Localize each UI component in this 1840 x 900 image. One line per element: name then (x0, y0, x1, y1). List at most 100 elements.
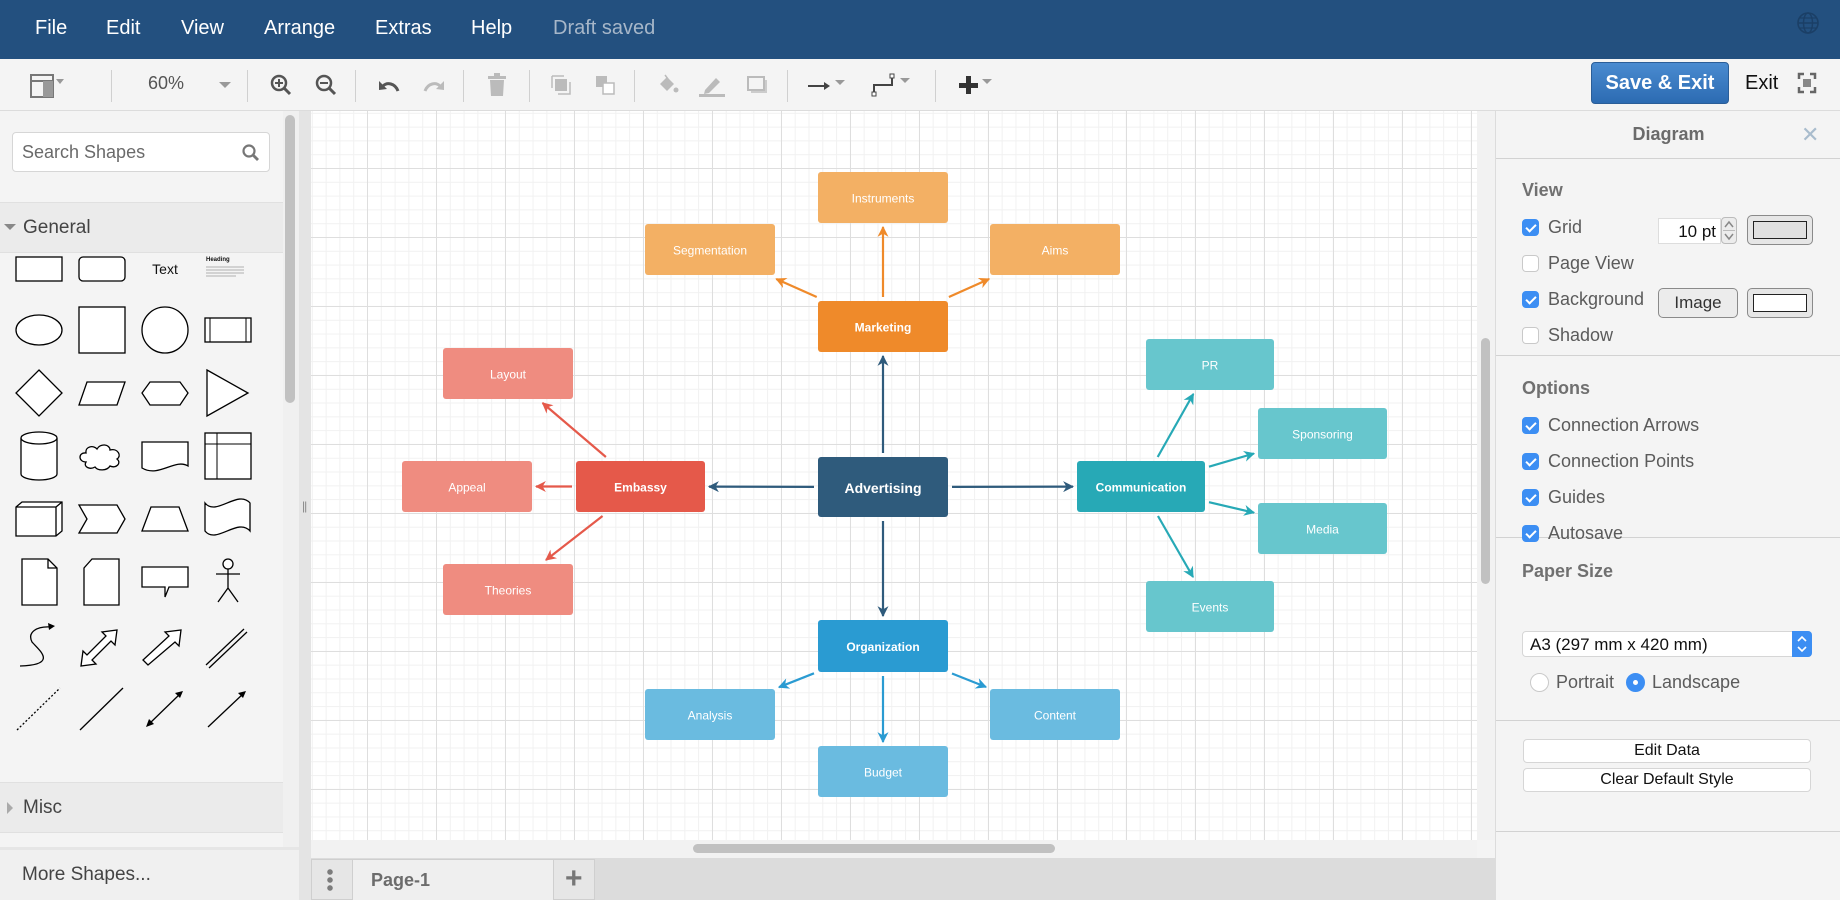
line-color-button[interactable] (697, 69, 727, 101)
connection-arrows-checkbox-box[interactable] (1522, 416, 1539, 434)
page-view-checkbox[interactable]: Page View (1522, 252, 1634, 274)
shape-internal-storage[interactable] (198, 428, 256, 484)
add-page-button[interactable]: + (553, 859, 595, 900)
fullscreen-icon[interactable] (1797, 72, 1817, 94)
shape-bidirectional-arrow[interactable] (72, 617, 130, 673)
node-communication[interactable]: Communication (1077, 461, 1205, 512)
shape-callout[interactable] (135, 554, 193, 610)
globe-icon[interactable] (1796, 11, 1820, 35)
shape-trapezoid[interactable] (135, 491, 193, 547)
node-budget[interactable]: Budget (818, 746, 948, 797)
sidebar-scrollbar[interactable] (283, 111, 299, 847)
to-front-button[interactable] (548, 69, 574, 101)
shape-bidirectional-connector[interactable] (135, 680, 193, 736)
page-view-checkbox-box[interactable] (1522, 254, 1539, 272)
sidebar-splitter[interactable]: || (299, 111, 311, 900)
node-events[interactable]: Events (1146, 581, 1274, 632)
close-icon[interactable]: ✕ (1801, 122, 1819, 148)
grid-checkbox[interactable]: Grid (1522, 216, 1582, 238)
portrait-radio[interactable]: Portrait (1530, 672, 1614, 693)
sidebar-scrollbar-thumb[interactable] (285, 115, 295, 403)
edge-organization-to-content[interactable] (951, 672, 988, 689)
zoom-dropdown[interactable] (215, 69, 235, 101)
edge-embassy-to-layout[interactable] (541, 402, 607, 458)
background-checkbox-box[interactable] (1522, 290, 1539, 308)
shape-line[interactable] (72, 680, 130, 736)
grid-color-button[interactable] (1747, 215, 1813, 245)
shape-actor[interactable] (198, 554, 256, 610)
page-tab[interactable]: Page-1 (353, 859, 553, 900)
shape-ellipse[interactable] (9, 302, 67, 358)
shadow-checkbox-box[interactable] (1522, 326, 1539, 344)
edge-communication-to-pr[interactable] (1156, 393, 1195, 458)
portrait-radio-button[interactable] (1530, 673, 1549, 692)
insert-button[interactable] (958, 69, 994, 101)
landscape-radio-button[interactable] (1626, 673, 1645, 692)
format-panel-toggle[interactable] (26, 69, 70, 101)
connection-points-checkbox[interactable]: Connection Points (1522, 450, 1694, 472)
node-pr[interactable]: PR (1146, 339, 1274, 390)
shape-directional-connector[interactable] (198, 680, 256, 736)
shape-triangle[interactable] (198, 365, 256, 421)
background-color-button[interactable] (1747, 288, 1813, 318)
exit-button[interactable]: Exit (1745, 72, 1778, 95)
shape-diamond[interactable] (9, 365, 67, 421)
shape-tape[interactable] (198, 491, 256, 547)
node-layout[interactable]: Layout (443, 348, 573, 399)
guides-checkbox-box[interactable] (1522, 488, 1539, 506)
shadow-button[interactable] (744, 69, 770, 101)
to-back-button[interactable] (592, 69, 618, 101)
node-analysis[interactable]: Analysis (645, 689, 775, 740)
shape-text[interactable]: Text (135, 239, 193, 295)
shape-link[interactable] (198, 617, 256, 673)
redo-button[interactable] (420, 69, 448, 101)
menu-arrange[interactable]: Arrange (264, 17, 335, 40)
node-theories[interactable]: Theories (443, 564, 573, 615)
menu-file[interactable]: File (35, 17, 67, 40)
shape-cube[interactable] (9, 491, 67, 547)
shape-process[interactable] (198, 302, 256, 358)
search-shapes-input[interactable] (22, 142, 232, 163)
zoom-level[interactable]: 60% (148, 73, 184, 94)
shape-parallelogram[interactable] (72, 365, 130, 421)
shape-document[interactable] (135, 428, 193, 484)
edge-communication-to-sponsoring[interactable] (1208, 450, 1256, 468)
diagram-canvas[interactable]: Advertising Marketing Instruments Segmentat… (311, 111, 1477, 840)
shape-circle[interactable] (135, 302, 193, 358)
grid-size-input[interactable]: 10 pt (1658, 218, 1721, 244)
shape-hexagon[interactable] (135, 365, 193, 421)
node-segmentation[interactable]: Segmentation (645, 224, 775, 275)
shadow-checkbox[interactable]: Shadow (1522, 324, 1613, 346)
section-misc-header[interactable]: Misc (0, 782, 283, 833)
shape-cylinder[interactable] (9, 428, 67, 484)
horizontal-scrollbar-thumb[interactable] (693, 844, 1055, 853)
node-appeal[interactable]: Appeal (402, 461, 532, 512)
edge-embassy-to-theories[interactable] (545, 515, 604, 561)
node-organization[interactable]: Organization (818, 620, 948, 672)
connection-style-button[interactable] (806, 69, 850, 101)
shape-cloud[interactable] (72, 428, 130, 484)
search-icon[interactable] (241, 143, 261, 163)
node-aims[interactable]: Aims (990, 224, 1120, 275)
menu-help[interactable]: Help (471, 17, 512, 40)
menu-edit[interactable]: Edit (106, 17, 140, 40)
shape-curve[interactable] (9, 617, 67, 673)
delete-button[interactable] (485, 69, 509, 101)
shape-dashed-line[interactable] (9, 680, 67, 736)
shape-rectangle[interactable] (9, 239, 67, 295)
paper-size-select[interactable]: A3 (297 mm x 420 mm) (1522, 631, 1812, 657)
background-image-button[interactable]: Image (1658, 288, 1738, 318)
edge-communication-to-events[interactable] (1157, 515, 1194, 578)
node-embassy[interactable]: Embassy (576, 461, 705, 512)
edge-marketing-to-aims[interactable] (948, 277, 991, 299)
node-sponsoring[interactable]: Sponsoring (1258, 408, 1387, 459)
menu-view[interactable]: View (181, 17, 224, 40)
edge-organization-to-analysis[interactable] (777, 672, 815, 689)
undo-button[interactable] (375, 69, 403, 101)
node-media[interactable]: Media (1258, 503, 1387, 554)
zoom-in-button[interactable] (268, 69, 294, 101)
shape-rounded-rectangle[interactable] (72, 239, 130, 295)
node-marketing[interactable]: Marketing (818, 301, 948, 352)
landscape-radio[interactable]: Landscape (1626, 672, 1740, 693)
grid-size-stepper[interactable] (1721, 217, 1737, 244)
